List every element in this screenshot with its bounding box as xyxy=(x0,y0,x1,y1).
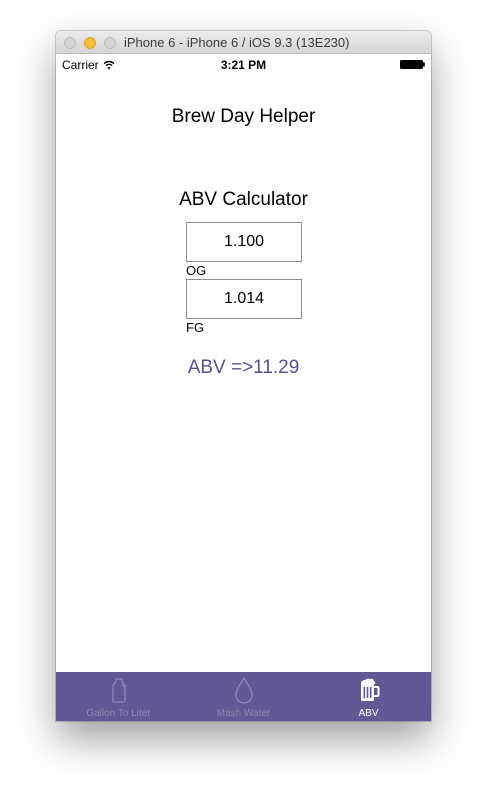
tab-gallon-to-liter[interactable]: Gallon To Liter xyxy=(56,672,181,721)
og-label: OG xyxy=(186,263,207,278)
fg-input[interactable] xyxy=(186,279,302,319)
tab-label: Gallon To Liter xyxy=(86,708,151,719)
app-title: Brew Day Helper xyxy=(171,106,316,127)
jug-icon xyxy=(111,678,126,703)
fg-label: FG xyxy=(186,320,205,335)
beer-mug-icon xyxy=(360,678,379,701)
tab-label: ABV xyxy=(358,708,379,719)
device-screen: Carrier 3:21 PM Brew Day Helper ABV Calc… xyxy=(56,54,431,721)
window-title-bar[interactable]: iPhone 6 - iPhone 6 / iOS 9.3 (13E230) xyxy=(56,31,431,54)
window-title: iPhone 6 - iPhone 6 / iOS 9.3 (13E230) xyxy=(124,35,350,50)
status-bar: Carrier 3:21 PM xyxy=(56,54,431,74)
tab-label: Mash Water xyxy=(216,708,271,719)
abv-calculator-heading: ABV Calculator xyxy=(179,189,308,210)
status-time: 3:21 PM xyxy=(220,58,267,72)
simulator-window: iPhone 6 - iPhone 6 / iOS 9.3 (13E230) C… xyxy=(56,31,431,721)
battery-icon xyxy=(400,60,425,69)
og-input[interactable] xyxy=(186,222,302,262)
water-drop-icon xyxy=(234,676,253,704)
tab-abv[interactable]: ABV xyxy=(306,672,431,721)
tab-bar: Gallon To Liter Mash Water ABV xyxy=(56,672,431,721)
abv-result: ABV =>11.29 xyxy=(187,357,300,378)
tab-mash-water[interactable]: Mash Water xyxy=(181,672,306,721)
minimize-window-button[interactable] xyxy=(84,37,96,49)
desktop-background: iPhone 6 - iPhone 6 / iOS 9.3 (13E230) C… xyxy=(0,0,487,801)
close-window-button[interactable] xyxy=(64,37,76,49)
zoom-window-button[interactable] xyxy=(104,37,116,49)
